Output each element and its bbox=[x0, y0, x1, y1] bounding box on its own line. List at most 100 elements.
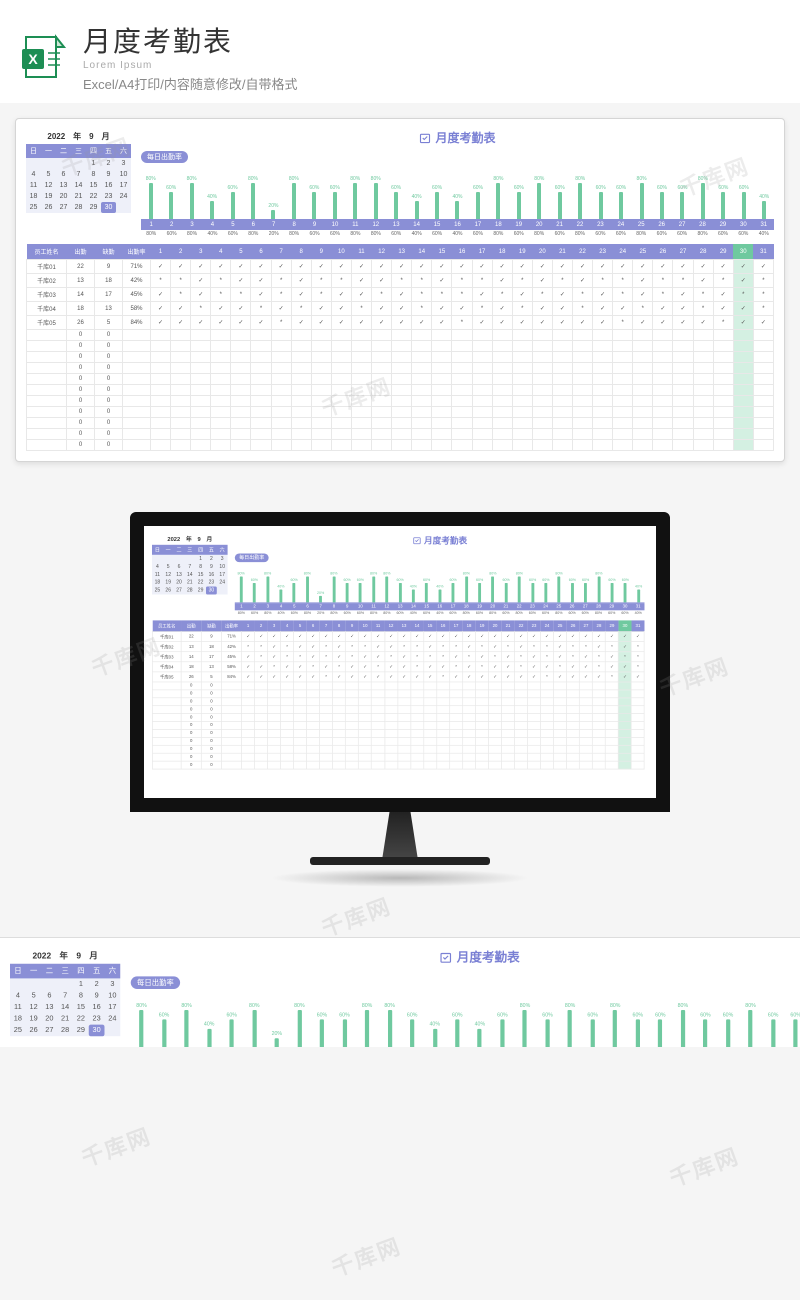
attendance-mark-cell[interactable]: ✓ bbox=[532, 302, 552, 316]
calendar-day[interactable]: 21 bbox=[71, 191, 86, 202]
attendance-mark-cell[interactable]: * bbox=[463, 652, 476, 662]
attendance-mark-cell[interactable]: ✓ bbox=[553, 672, 566, 682]
calendar-day[interactable]: 11 bbox=[152, 571, 163, 579]
attendance-mark-cell[interactable]: * bbox=[502, 642, 515, 652]
calendar-day[interactable]: 9 bbox=[206, 563, 217, 571]
attendance-mark-cell[interactable]: * bbox=[291, 302, 311, 316]
calendar-day[interactable]: 10 bbox=[217, 563, 228, 571]
attendance-mark-cell[interactable]: ✓ bbox=[633, 288, 653, 302]
attendance-mark-cell[interactable]: ✓ bbox=[359, 652, 372, 662]
calendar-day[interactable] bbox=[184, 555, 195, 563]
attendance-mark-cell[interactable]: ✓ bbox=[592, 642, 605, 652]
table-cell[interactable]: 0 bbox=[201, 690, 221, 698]
attendance-mark-cell[interactable]: * bbox=[411, 642, 424, 652]
attendance-mark-cell[interactable]: ✓ bbox=[476, 632, 489, 642]
attendance-mark-cell[interactable]: ✓ bbox=[411, 672, 424, 682]
table-row[interactable]: 00 bbox=[152, 745, 644, 753]
attendance-mark-cell[interactable]: ✓ bbox=[291, 260, 311, 274]
attendance-mark-cell[interactable]: ✓ bbox=[713, 302, 733, 316]
attendance-mark-cell[interactable]: ✓ bbox=[392, 302, 412, 316]
attendance-mark-cell[interactable]: ✓ bbox=[653, 260, 673, 274]
calendar-day[interactable]: 5 bbox=[41, 169, 56, 180]
attendance-mark-cell[interactable]: ✓ bbox=[255, 632, 268, 642]
attendance-mark-cell[interactable]: * bbox=[211, 288, 231, 302]
attendance-mark-cell[interactable]: * bbox=[653, 288, 673, 302]
table-cell[interactable]: 0 bbox=[201, 745, 221, 753]
attendance-mark-cell[interactable]: * bbox=[592, 662, 605, 672]
table-row[interactable]: 千库04181358%✓✓*✓✓*✓*✓✓*✓✓*✓✓*✓*✓✓*✓✓*✓✓*✓… bbox=[152, 662, 644, 672]
calendar-day[interactable]: 14 bbox=[184, 571, 195, 579]
table-cell[interactable]: 0 bbox=[95, 440, 123, 451]
attendance-mark-cell[interactable]: ✓ bbox=[553, 652, 566, 662]
calendar-day[interactable]: 17 bbox=[104, 1002, 120, 1014]
attendance-mark-cell[interactable]: ✓ bbox=[372, 260, 392, 274]
attendance-mark-cell[interactable]: ✓ bbox=[592, 632, 605, 642]
table-cell[interactable]: 14 bbox=[67, 288, 95, 302]
attendance-mark-cell[interactable]: ✓ bbox=[552, 260, 572, 274]
attendance-mark-cell[interactable]: * bbox=[572, 288, 592, 302]
attendance-mark-cell[interactable]: * bbox=[631, 652, 644, 662]
attendance-mark-cell[interactable]: ✓ bbox=[294, 672, 307, 682]
calendar-day[interactable]: 23 bbox=[206, 579, 217, 587]
calendar-day[interactable]: 10 bbox=[104, 990, 120, 1002]
attendance-mark-cell[interactable]: * bbox=[320, 652, 333, 662]
attendance-mark-cell[interactable]: ✓ bbox=[307, 632, 320, 642]
table-cell[interactable]: 13 bbox=[201, 662, 221, 672]
calendar-day[interactable]: 24 bbox=[104, 1013, 120, 1025]
attendance-mark-cell[interactable]: ✓ bbox=[515, 672, 528, 682]
attendance-mark-cell[interactable]: ✓ bbox=[472, 260, 492, 274]
attendance-mark-cell[interactable]: ✓ bbox=[432, 274, 452, 288]
table-cell[interactable]: 千库02 bbox=[152, 642, 181, 652]
attendance-mark-cell[interactable]: ✓ bbox=[618, 672, 631, 682]
calendar-day[interactable]: 1 bbox=[195, 555, 206, 563]
table-cell[interactable]: 26 bbox=[181, 672, 201, 682]
calendar-day[interactable] bbox=[56, 158, 71, 169]
attendance-mark-cell[interactable]: ✓ bbox=[552, 316, 572, 330]
attendance-mark-cell[interactable]: ✓ bbox=[552, 288, 572, 302]
attendance-mark-cell[interactable]: ✓ bbox=[331, 316, 351, 330]
table-row[interactable]: 千库0122971%✓✓✓✓✓✓✓✓✓✓✓✓✓✓✓✓✓✓✓✓✓✓✓✓✓✓✓✓✓✓… bbox=[27, 260, 774, 274]
calendar-day[interactable]: 18 bbox=[10, 1013, 26, 1025]
table-cell[interactable]: 13 bbox=[95, 302, 123, 316]
calendar-day[interactable] bbox=[71, 158, 86, 169]
attendance-mark-cell[interactable]: ✓ bbox=[713, 260, 733, 274]
attendance-mark-cell[interactable]: ✓ bbox=[251, 288, 271, 302]
attendance-mark-cell[interactable]: * bbox=[346, 642, 359, 652]
attendance-mark-cell[interactable]: * bbox=[231, 288, 251, 302]
attendance-mark-cell[interactable]: ✓ bbox=[437, 632, 450, 642]
attendance-mark-cell[interactable]: ✓ bbox=[673, 288, 693, 302]
table-row[interactable]: 00 bbox=[152, 761, 644, 769]
attendance-mark-cell[interactable]: ✓ bbox=[331, 260, 351, 274]
calendar-day[interactable]: 11 bbox=[26, 180, 41, 191]
attendance-mark-cell[interactable]: ✓ bbox=[372, 316, 392, 330]
attendance-mark-cell[interactable]: ✓ bbox=[579, 662, 592, 672]
attendance-mark-cell[interactable]: ✓ bbox=[733, 274, 753, 288]
attendance-mark-cell[interactable]: * bbox=[613, 288, 633, 302]
calendar-day[interactable]: 21 bbox=[57, 1013, 73, 1025]
attendance-mark-cell[interactable]: ✓ bbox=[532, 274, 552, 288]
calendar-day[interactable] bbox=[104, 1025, 120, 1037]
attendance-mark-cell[interactable]: ✓ bbox=[432, 260, 452, 274]
attendance-mark-cell[interactable]: ✓ bbox=[579, 652, 592, 662]
attendance-mark-cell[interactable]: ✓ bbox=[613, 302, 633, 316]
table-row[interactable]: 00 bbox=[27, 374, 774, 385]
attendance-mark-cell[interactable]: * bbox=[572, 302, 592, 316]
table-row[interactable]: 千库02131842%**✓*✓✓*✓**✓✓**✓**✓*✓*✓**✓**✓*… bbox=[27, 274, 774, 288]
calendar-day[interactable]: 24 bbox=[217, 579, 228, 587]
attendance-mark-cell[interactable]: ✓ bbox=[593, 260, 613, 274]
calendar-day[interactable]: 7 bbox=[184, 563, 195, 571]
attendance-mark-cell[interactable]: ✓ bbox=[566, 672, 579, 682]
calendar-day[interactable]: 20 bbox=[174, 579, 185, 587]
attendance-mark-cell[interactable]: * bbox=[311, 288, 331, 302]
attendance-mark-cell[interactable]: * bbox=[515, 652, 528, 662]
table-cell[interactable]: 0 bbox=[67, 396, 95, 407]
calendar-day[interactable]: 28 bbox=[71, 202, 86, 213]
calendar-day[interactable]: 27 bbox=[42, 1025, 58, 1037]
attendance-mark-cell[interactable]: ✓ bbox=[605, 632, 618, 642]
table-cell[interactable]: 0 bbox=[201, 761, 221, 769]
attendance-mark-cell[interactable]: ✓ bbox=[502, 632, 515, 642]
calendar-day[interactable] bbox=[42, 978, 58, 990]
attendance-mark-cell[interactable]: ✓ bbox=[512, 260, 532, 274]
attendance-mark-cell[interactable]: ✓ bbox=[489, 672, 502, 682]
table-cell[interactable]: 9 bbox=[95, 260, 123, 274]
